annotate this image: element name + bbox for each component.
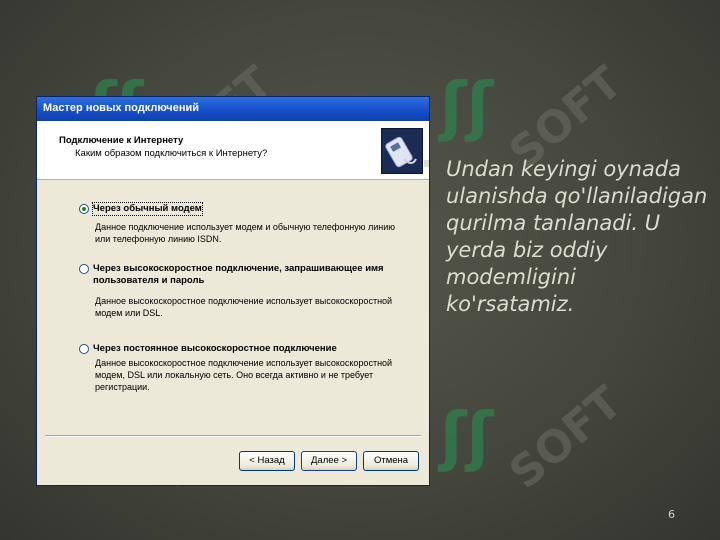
header-title: Подключение к Интернету: [59, 135, 184, 146]
modem-phone-icon: [381, 128, 423, 174]
watermark-symbol: ʃʃ: [440, 70, 494, 144]
option-description: Данное подключение использует модем и об…: [95, 222, 396, 244]
radio-button[interactable]: [79, 264, 89, 274]
watermark-text: SOFT: [500, 376, 632, 500]
dialog-titlebar[interactable]: Мастер новых подключений: [37, 97, 429, 121]
cancel-button[interactable]: Отмена: [363, 451, 419, 471]
header-subtitle: Каким образом подключиться к Интернету?: [75, 148, 268, 159]
option-broadband-login[interactable]: Через высокоскоростное подключение, запр…: [79, 263, 409, 319]
radio-button[interactable]: [79, 344, 89, 354]
option-label[interactable]: Через обычный модем: [92, 202, 203, 216]
option-dialup-modem[interactable]: Через обычный модем Данное подключение и…: [79, 202, 409, 247]
option-label[interactable]: Через высокоскоростное подключение, запр…: [93, 263, 393, 287]
bullet-icon: [424, 160, 429, 167]
page-number: 6: [668, 508, 675, 521]
back-button[interactable]: < Назад: [239, 451, 295, 471]
watermark-symbol: ʃʃ: [440, 400, 494, 474]
option-label[interactable]: Через постоянное высокоскоростное подклю…: [93, 343, 337, 355]
wizard-header: Подключение к Интернету Каким образом по…: [37, 121, 429, 180]
option-broadband-always-on[interactable]: Через постоянное высокоскоростное подклю…: [79, 343, 409, 403]
connection-wizard-dialog: Мастер новых подключений Подключение к И…: [36, 96, 430, 486]
next-button[interactable]: Далее >: [301, 451, 357, 471]
button-separator: [45, 435, 421, 437]
option-description: Данное высокоскоростное подключение испо…: [95, 358, 393, 392]
slide-caption: Undan keyingi oynada ulanishda qo'llanil…: [446, 157, 708, 316]
option-description: Данное высокоскоростное подключение испо…: [95, 296, 393, 318]
radio-button-selected[interactable]: [79, 204, 89, 214]
